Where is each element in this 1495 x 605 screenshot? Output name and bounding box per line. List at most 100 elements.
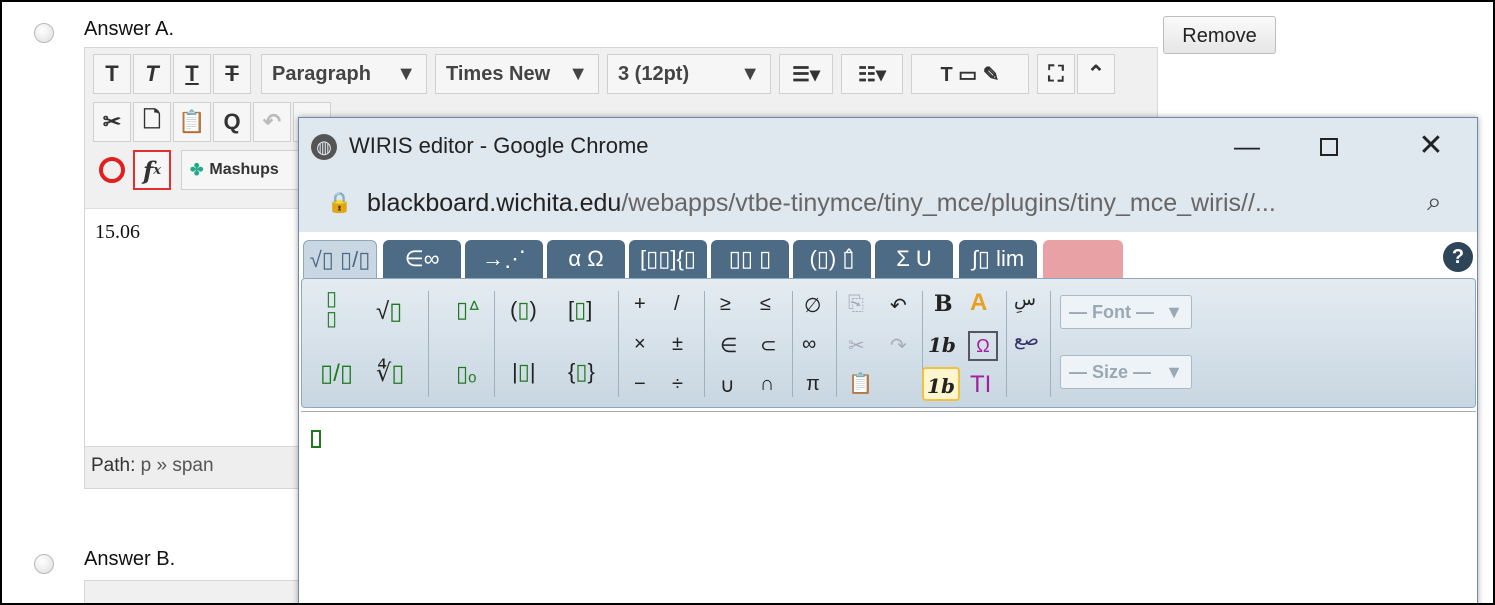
font-select[interactable]: Times New ▼	[435, 54, 599, 94]
minimize-icon[interactable]: —	[1227, 126, 1267, 166]
text-color-icon[interactable]: A	[970, 289, 987, 317]
arabic-icon[interactable]: صع	[1014, 329, 1039, 350]
greater-equal-icon[interactable]: ≥	[720, 293, 731, 316]
wiris-toolbar-panel: ▯ ▯ √▯ ▯/▯ ∜▯ ▯ᐞ ▯ₒ (▯) [▯] |▯| {▯} + / ×…	[301, 278, 1476, 408]
maximize-icon[interactable]	[1320, 138, 1338, 156]
absolute-value-icon[interactable]: |▯|	[512, 359, 536, 385]
superscript-icon[interactable]: ▯ᐞ	[456, 297, 480, 323]
close-icon[interactable]: ✕	[1411, 126, 1451, 166]
bold-icon[interactable]: B	[934, 291, 953, 317]
subset-icon[interactable]: ⊂	[760, 333, 777, 358]
bevelled-fraction-icon[interactable]: ▯/▯	[320, 359, 353, 388]
separator	[618, 291, 619, 397]
union-icon[interactable]: ∪	[720, 373, 735, 398]
rtl-icon[interactable]: سِ	[1014, 289, 1036, 310]
mashups-button[interactable]: ✤ Mashups	[181, 150, 301, 190]
math-italic-toggle[interactable]: 1b	[922, 367, 960, 401]
undo-icon[interactable]: ↶	[890, 293, 907, 318]
size-select-value: 3 (12pt)	[618, 62, 690, 85]
plus-minus-icon[interactable]: ±	[672, 333, 683, 356]
braces-icon[interactable]: {▯}	[568, 359, 595, 385]
special-chars-icon[interactable]: Ω	[968, 331, 998, 361]
tab-calculus[interactable]: ∫▯ lim	[959, 240, 1037, 278]
remove-button[interactable]: Remove	[1163, 16, 1276, 54]
tab-decorations[interactable]: (▯) ▯̂	[793, 240, 871, 278]
italic-icon[interactable]: T	[133, 54, 171, 94]
subscript-icon[interactable]: ▯ₒ	[456, 361, 476, 387]
tab-arrows[interactable]: →⋰	[465, 240, 543, 278]
answer-b-toolbar	[84, 580, 300, 603]
pi-icon[interactable]: π	[806, 373, 820, 396]
bold-icon[interactable]: T	[93, 54, 131, 94]
parentheses-icon[interactable]: (▯)	[510, 297, 537, 323]
tab-scripts[interactable]: ▯▯ ▯	[711, 240, 789, 278]
underline-icon[interactable]: T	[173, 54, 211, 94]
address-bar[interactable]: 🔒 blackboard.wichita.edu/webapps/vtbe-ti…	[299, 176, 1477, 232]
font-family-select-value: — Font —	[1069, 301, 1154, 322]
youtube-icon[interactable]	[93, 150, 131, 190]
chevron-down-icon: ▼	[1165, 301, 1183, 322]
zoom-icon[interactable]: ⌕	[1427, 186, 1442, 218]
collapse-icon[interactable]: ⌃	[1077, 54, 1115, 94]
separator	[704, 291, 705, 397]
text-tools-icon[interactable]: T ▭ ✎	[911, 54, 1029, 94]
numbered-list-icon[interactable]: ☷▾	[841, 54, 903, 94]
formula-canvas[interactable]	[301, 411, 1476, 603]
brackets-icon[interactable]: [▯]	[568, 297, 592, 323]
math-formula-icon[interactable]: fx	[133, 150, 171, 190]
tab-greek[interactable]: α Ω	[547, 240, 625, 278]
italic-bold-icon[interactable]: 1b	[928, 333, 956, 357]
empty-set-icon[interactable]: ∅	[804, 293, 821, 318]
nth-root-icon[interactable]: ∜▯	[376, 359, 405, 388]
font-size-select[interactable]: — Size — ▼	[1060, 355, 1192, 389]
divide-slash-icon[interactable]: /	[674, 293, 680, 316]
undo-icon[interactable]: ↶	[253, 102, 291, 142]
globe-icon: ◍	[311, 134, 337, 160]
minus-icon[interactable]: −	[634, 373, 646, 396]
text-mode-icon[interactable]: TI	[970, 371, 991, 399]
element-of-icon[interactable]: ∈	[720, 333, 737, 358]
bullet-list-icon[interactable]: ☰▾	[779, 54, 833, 94]
paragraph-select[interactable]: Paragraph ▼	[261, 54, 427, 94]
answer-a-label: Answer A.	[84, 18, 175, 40]
plus-icon[interactable]: +	[634, 293, 646, 316]
paste-icon[interactable]: 📋	[173, 102, 211, 142]
font-size-select-value: — Size —	[1069, 361, 1152, 382]
url-host: blackboard.wichita.edu	[367, 189, 622, 217]
infinity-icon[interactable]: ∞	[802, 333, 816, 356]
cut-icon[interactable]: ✂	[848, 333, 865, 358]
cut-icon[interactable]: ✂	[93, 102, 131, 142]
paragraph-select-value: Paragraph	[272, 62, 371, 85]
chevron-down-icon: ▼	[568, 62, 588, 85]
size-select[interactable]: 3 (12pt) ▼	[607, 54, 771, 94]
answer-a-radio[interactable]	[34, 23, 54, 43]
division-icon[interactable]: ÷	[672, 373, 683, 396]
font-family-select[interactable]: — Font — ▼	[1060, 295, 1192, 329]
url: blackboard.wichita.edu/webapps/vtbe-tiny…	[367, 189, 1276, 218]
times-icon[interactable]: ×	[634, 333, 646, 356]
editor-text: 15.06	[95, 221, 140, 243]
path-label: Path:	[91, 455, 136, 476]
fullscreen-icon[interactable]: ⛶	[1037, 54, 1075, 94]
paste-icon[interactable]: 📋	[848, 371, 873, 396]
tab-matrices[interactable]: [▯▯]{▯	[629, 240, 707, 278]
redo-icon[interactable]: ↷	[890, 333, 907, 358]
fraction-icon[interactable]: ▯ ▯	[326, 289, 337, 329]
square-root-icon[interactable]: √▯	[376, 297, 402, 326]
tab-big-operators[interactable]: Σ U	[875, 240, 953, 278]
mashups-label: Mashups	[209, 161, 279, 178]
tab-symbols[interactable]: ∈∞	[383, 240, 461, 278]
tab-general[interactable]: √▯ ▯/▯	[303, 240, 377, 278]
strikethrough-icon[interactable]: T	[213, 54, 251, 94]
intersection-icon[interactable]: ∩	[760, 373, 774, 396]
search-icon[interactable]: Q	[213, 102, 251, 142]
help-icon[interactable]: ?	[1443, 242, 1473, 272]
wiris-popup-window: ◍ WIRIS editor - Google Chrome — ✕ 🔒 bla…	[298, 117, 1478, 603]
screen: Answer A. Remove T T T T Paragraph ▼ Time…	[0, 0, 1495, 605]
copy-icon[interactable]: ⎘	[848, 293, 864, 316]
copy-icon[interactable]: 🗋	[133, 102, 171, 142]
answer-b-radio[interactable]	[34, 554, 54, 574]
tab-contextual[interactable]	[1043, 240, 1123, 278]
chevron-down-icon: ▼	[396, 62, 416, 85]
less-equal-icon[interactable]: ≤	[760, 293, 771, 316]
